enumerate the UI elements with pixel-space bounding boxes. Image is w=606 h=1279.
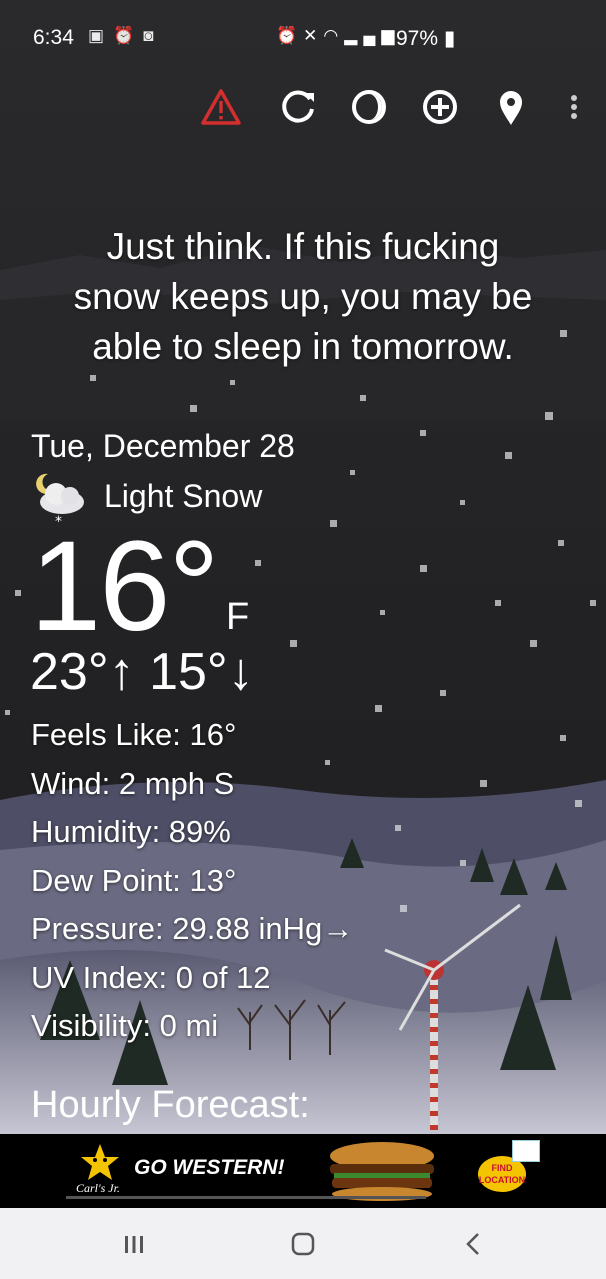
quote-line: Just think. If this fucking bbox=[106, 226, 500, 267]
high-low-temperature: 23°↑ 15°↓ bbox=[30, 643, 254, 701]
notification-icons: ▣⏰◙ bbox=[88, 26, 163, 46]
wind-row: Wind: 2 mph S bbox=[31, 765, 235, 801]
feels-like-row: Feels Like: 16° bbox=[31, 717, 237, 752]
refresh-icon[interactable] bbox=[272, 81, 324, 133]
alarm-icon: ⏰ bbox=[113, 26, 144, 45]
mute-icon: ✕ bbox=[303, 26, 324, 45]
burger-image bbox=[330, 1142, 434, 1201]
ad-banner[interactable]: Carl's Jr. GO WESTERN! FIND LOCATION bbox=[0, 1134, 606, 1208]
4g-signal-icon: ▂▄▆ bbox=[344, 26, 401, 45]
location-pin-icon[interactable] bbox=[485, 81, 537, 133]
system-nav-bar bbox=[0, 1208, 606, 1279]
visibility-row: Visibility: 0 mi bbox=[31, 1008, 219, 1043]
warning-icon[interactable] bbox=[195, 81, 247, 133]
home-icon[interactable] bbox=[273, 1220, 333, 1268]
nfl-icon: ▣ bbox=[88, 26, 114, 45]
ad-fine-print bbox=[66, 1196, 426, 1199]
alarm-icon: ⏰ bbox=[276, 26, 304, 45]
weather-details: Feels Like: 16° Wind: 2 mph S Humidity: … bbox=[31, 714, 353, 1054]
weather-quote: Just think. If this fucking snow keeps u… bbox=[28, 222, 578, 372]
ad-brand: Carl's Jr. bbox=[76, 1181, 120, 1195]
forecast-date: Tue, December 28 bbox=[31, 428, 295, 464]
status-bar: 6:34 ▣⏰◙ ⏰✕◠▂▄▆ 97% ▮ bbox=[0, 0, 606, 72]
temperature-unit: F bbox=[226, 596, 250, 638]
battery-indicator: 97% ▮ bbox=[396, 26, 455, 51]
toolbar bbox=[0, 72, 606, 142]
overflow-menu-icon[interactable] bbox=[548, 81, 600, 133]
battery-percent: 97% bbox=[396, 27, 439, 50]
ad-headline: GO WESTERN! bbox=[134, 1156, 285, 1179]
system-icons: ⏰✕◠▂▄▆ bbox=[276, 26, 400, 46]
hourly-forecast-title: Hourly Forecast: bbox=[31, 1084, 310, 1126]
app-icon: ◙ bbox=[143, 26, 163, 45]
carls-jr-star-icon bbox=[81, 1144, 119, 1180]
uv-index-row: UV Index: 0 of 12 bbox=[31, 959, 271, 995]
quote-line: able to sleep in tomorrow. bbox=[92, 326, 514, 367]
back-icon[interactable] bbox=[443, 1220, 503, 1268]
theme-icon[interactable] bbox=[343, 81, 395, 133]
humidity-row: Humidity: 89% bbox=[31, 814, 231, 849]
condition-label: Light Snow bbox=[104, 478, 263, 514]
pressure-row: Pressure: 29.88 inHg→ bbox=[31, 911, 354, 946]
add-location-icon[interactable] bbox=[414, 81, 466, 133]
dew-point-row: Dew Point: 13° bbox=[31, 862, 237, 898]
current-temperature: 16° bbox=[30, 515, 220, 658]
recents-icon[interactable] bbox=[104, 1220, 164, 1268]
adchoices-icon[interactable] bbox=[512, 1140, 540, 1162]
battery-icon: ▮ bbox=[443, 27, 456, 50]
wifi-icon: ◠ bbox=[323, 26, 345, 45]
status-time: 6:34 bbox=[33, 26, 74, 49]
quote-line: snow keeps up, you may be bbox=[73, 276, 533, 317]
